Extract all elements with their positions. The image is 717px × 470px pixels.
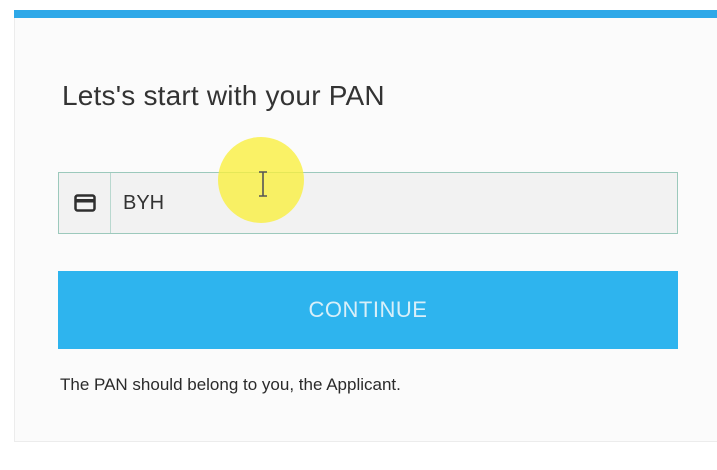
pan-field[interactable] <box>58 172 678 234</box>
page: Lets's start with your PAN CONTINUE The … <box>0 0 717 470</box>
card-icon <box>59 173 111 233</box>
continue-button[interactable]: CONTINUE <box>58 271 678 349</box>
pan-helper-text: The PAN should belong to you, the Applic… <box>60 375 401 394</box>
pan-input[interactable] <box>111 173 651 233</box>
page-title: Lets's start with your PAN <box>62 80 385 111</box>
top-accent-bar <box>14 10 717 18</box>
